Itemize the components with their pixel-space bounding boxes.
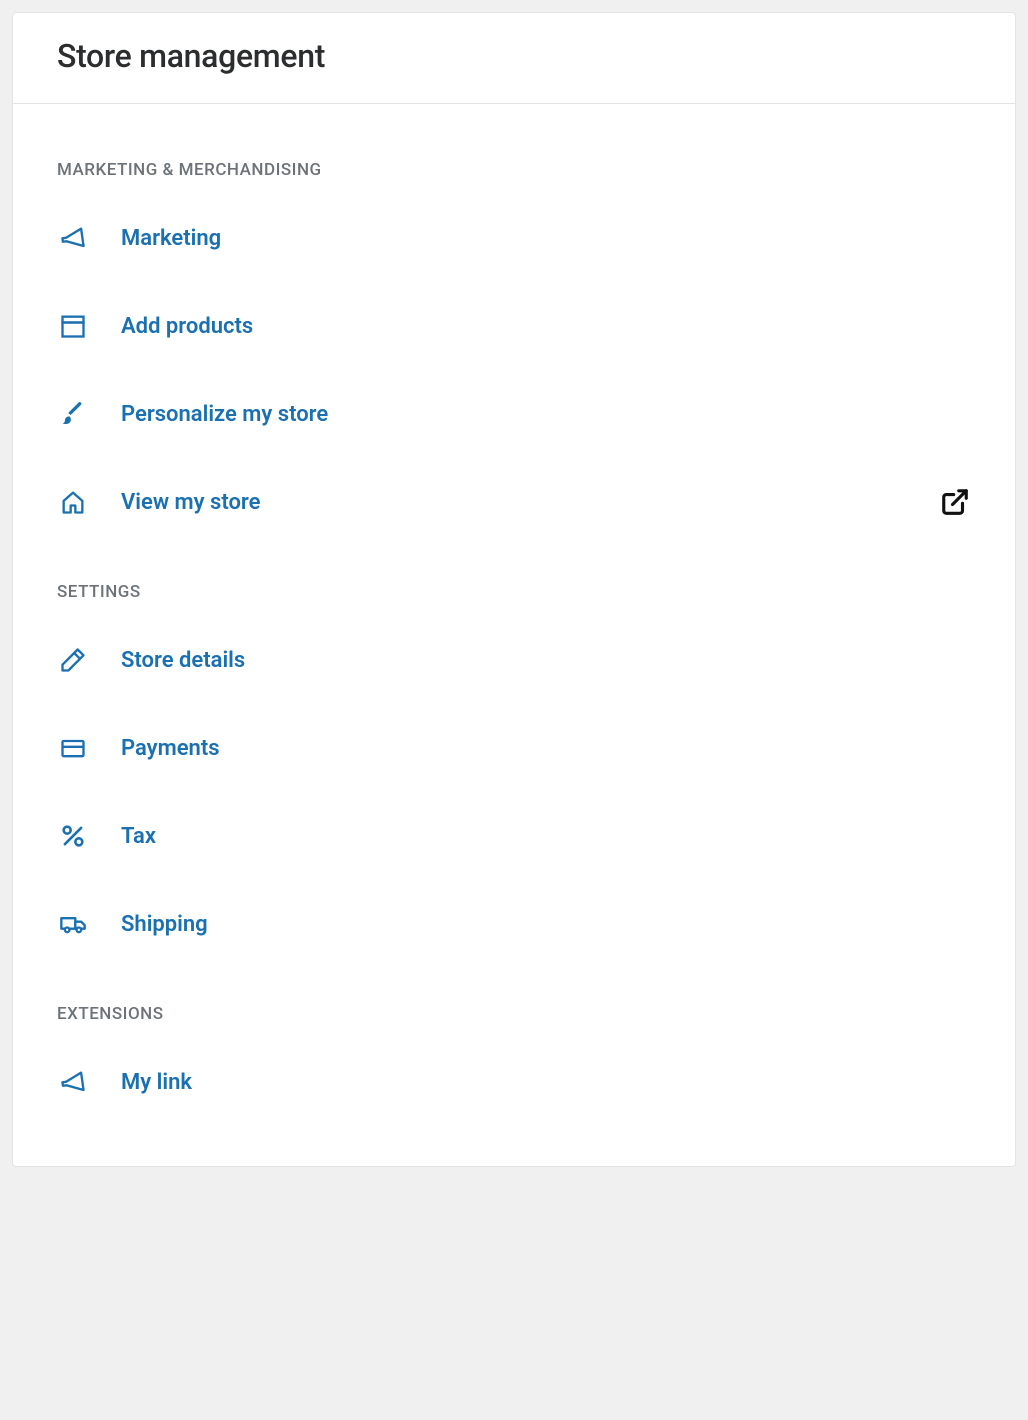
panel-header: Store management [13,13,1015,104]
menu-item-label: My link [121,1070,971,1095]
brush-icon [57,398,89,430]
panel-body: MARKETING & MERCHANDISING Marketing Add pr… [13,104,1015,1166]
menu-my-link[interactable]: My link [57,1038,971,1126]
panel-title: Store management [57,37,971,75]
menu-item-label: Shipping [121,912,971,937]
menu-item-label: Marketing [121,226,971,251]
megaphone-icon [57,1066,89,1098]
menu-shipping[interactable]: Shipping [57,880,971,968]
menu-item-label: Store details [121,648,971,673]
menu-item-label: Payments [121,736,971,761]
home-icon [57,486,89,518]
menu-item-label: View my store [121,490,939,515]
section-header: EXTENSIONS [57,968,971,1038]
section-header: MARKETING & MERCHANDISING [57,124,971,194]
pencil-icon [57,644,89,676]
menu-personalize-store[interactable]: Personalize my store [57,370,971,458]
menu-item-label: Tax [121,824,971,849]
menu-view-store[interactable]: View my store [57,458,971,546]
menu-add-products[interactable]: Add products [57,282,971,370]
archive-icon [57,310,89,342]
card-icon [57,732,89,764]
megaphone-icon [57,222,89,254]
menu-payments[interactable]: Payments [57,704,971,792]
menu-item-label: Add products [121,314,971,339]
section-header: SETTINGS [57,546,971,616]
menu-item-label: Personalize my store [121,402,971,427]
truck-icon [57,908,89,940]
menu-marketing[interactable]: Marketing [57,194,971,282]
store-management-panel: Store management MARKETING & MERCHANDISI… [12,12,1016,1167]
menu-tax[interactable]: Tax [57,792,971,880]
external-link-icon [939,486,971,518]
percent-icon [57,820,89,852]
menu-store-details[interactable]: Store details [57,616,971,704]
